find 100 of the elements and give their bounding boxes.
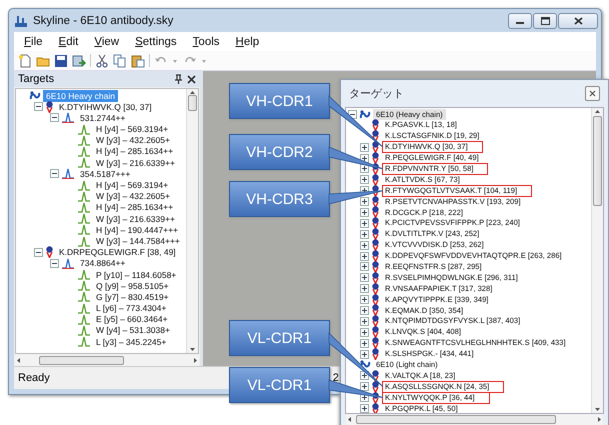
pin-icon[interactable] <box>174 74 183 84</box>
maximize-icon <box>540 16 550 24</box>
peptide-icon <box>45 100 54 113</box>
peak-icon <box>77 336 91 348</box>
collapse-icon[interactable] <box>34 102 43 112</box>
paste-icon[interactable] <box>131 54 145 68</box>
scrollbar[interactable] <box>15 355 199 366</box>
peptide-icon <box>371 250 380 262</box>
menu-item[interactable]: Tools <box>184 36 228 48</box>
peak-icon <box>77 236 91 247</box>
expand-icon[interactable] <box>360 252 369 261</box>
peptide-icon <box>371 141 380 154</box>
scrollbar[interactable] <box>186 89 198 353</box>
scrollbar-thumb[interactable] <box>188 95 197 111</box>
expand-icon[interactable] <box>360 230 369 239</box>
tree-item[interactable]: W [y4] – 531.3038+ <box>93 324 173 337</box>
tree-item[interactable]: L [y3] – 345.2245+ <box>93 336 170 348</box>
expand-icon[interactable] <box>360 154 369 162</box>
expand-icon[interactable] <box>360 175 369 184</box>
expand-icon[interactable] <box>360 197 369 206</box>
scrollbar-thumb[interactable] <box>593 116 602 206</box>
tree-item[interactable]: H [y4] – 569.3194+ <box>93 123 172 136</box>
menu-item[interactable]: Help <box>228 36 268 48</box>
tree-item[interactable]: W [y3] – 432.2605+ <box>93 134 173 146</box>
tree-item[interactable]: W [y3] – 216.6339++ <box>93 212 178 225</box>
collapse-icon[interactable] <box>50 169 59 178</box>
scroll-right-icon[interactable] <box>193 357 199 364</box>
scrollbar-thumb[interactable] <box>39 356 124 365</box>
tree-item[interactable]: W [y3] – 432.2605+ <box>93 190 173 202</box>
expand-icon[interactable] <box>360 142 369 152</box>
expand-icon[interactable] <box>360 284 369 294</box>
scissors-icon[interactable] <box>95 54 109 68</box>
expand-icon[interactable] <box>360 295 369 304</box>
scroll-left-icon[interactable] <box>15 357 21 364</box>
tree-item[interactable]: H [y4] – 569.3194+ <box>93 179 172 192</box>
tree-item[interactable]: K.DRPEQGLEWIGR.F [38, 49] <box>56 246 179 258</box>
panel-title: ターゲット <box>349 87 405 101</box>
callout-box: VL-CDR1 <box>229 367 330 403</box>
copy-icon[interactable] <box>113 54 127 68</box>
expand-icon[interactable] <box>360 382 369 392</box>
menu-item[interactable]: View <box>86 36 128 48</box>
collapse-icon[interactable] <box>50 113 59 122</box>
expand-icon[interactable] <box>360 218 369 228</box>
peptide-icon <box>371 337 380 350</box>
tree-item[interactable]: H [y4] – 285.1634++ <box>93 145 176 158</box>
close-button[interactable] <box>558 12 598 28</box>
expand-icon[interactable] <box>360 350 369 359</box>
collapse-icon[interactable] <box>50 258 59 268</box>
tree-item[interactable]: G [y7] – 830.4519+ <box>93 290 172 304</box>
close-icon <box>589 90 596 97</box>
tree-item[interactable]: K.DTYIHWVK.Q [30, 37] <box>56 100 155 113</box>
scroll-down-icon[interactable] <box>189 347 196 353</box>
peak-icon <box>77 269 91 280</box>
menu-item[interactable]: Edit <box>50 36 86 48</box>
scrollbar[interactable] <box>591 108 603 413</box>
menu-item[interactable]: Settings <box>127 36 185 48</box>
maximize-button[interactable] <box>533 12 557 28</box>
peptide-icon <box>371 174 380 186</box>
expand-icon[interactable] <box>360 208 369 217</box>
peak-icon <box>77 124 91 135</box>
tree-item[interactable]: L [y6] – 773.4304+ <box>93 302 170 314</box>
scroll-up-icon[interactable] <box>594 108 601 114</box>
close-icon[interactable] <box>187 74 196 84</box>
tree-item[interactable]: W [y3] – 144.7584+++ <box>93 234 183 248</box>
tree-item[interactable]: Q [y9] – 958.5105+ <box>93 280 172 292</box>
expand-icon[interactable] <box>360 404 369 413</box>
peak-icon <box>77 325 91 336</box>
scroll-left-icon[interactable] <box>346 416 352 423</box>
tree-item[interactable]: 354.5187+++ <box>77 168 134 180</box>
scrollbar[interactable] <box>346 414 603 425</box>
save-icon[interactable] <box>54 54 68 68</box>
new-file-icon[interactable] <box>18 54 32 68</box>
peak-icon <box>77 280 91 292</box>
peptide-icon <box>371 326 380 338</box>
expand-icon[interactable] <box>360 273 369 282</box>
scrollbar-thumb[interactable] <box>356 415 556 424</box>
expand-icon[interactable] <box>360 262 369 272</box>
expand-icon[interactable] <box>360 316 369 326</box>
peptide-icon <box>371 282 380 295</box>
tree-item[interactable]: 531.2744++ <box>77 112 128 124</box>
minimize-button[interactable] <box>508 12 532 28</box>
expand-icon[interactable] <box>360 306 369 315</box>
tree-item[interactable]: W [y3] – 216.6339++ <box>93 156 178 169</box>
tree-item[interactable]: H [y4] – 285.1634++ <box>93 201 176 214</box>
tree-item[interactable]: H [y4] – 190.4447+++ <box>93 224 181 236</box>
expand-icon[interactable] <box>360 240 369 250</box>
collapse-icon[interactable] <box>34 248 43 257</box>
expand-icon[interactable] <box>360 338 369 348</box>
tree-item[interactable]: 734.8864++ <box>77 257 128 270</box>
tree-item[interactable]: E [y5] – 660.3464+ <box>93 313 171 326</box>
window-title: Skyline - 6E10 antibody.sky <box>33 14 174 26</box>
scroll-right-icon[interactable] <box>597 416 603 423</box>
import-icon[interactable] <box>72 54 86 68</box>
tree-item[interactable]: P [y10] – 1184.6058+ <box>93 268 180 281</box>
peptide-icon <box>371 239 380 252</box>
peptide-icon <box>371 348 380 360</box>
close-button[interactable] <box>585 86 600 101</box>
expand-icon[interactable] <box>360 164 369 174</box>
expand-icon[interactable] <box>360 328 369 337</box>
menu-item[interactable]: File <box>16 36 51 48</box>
